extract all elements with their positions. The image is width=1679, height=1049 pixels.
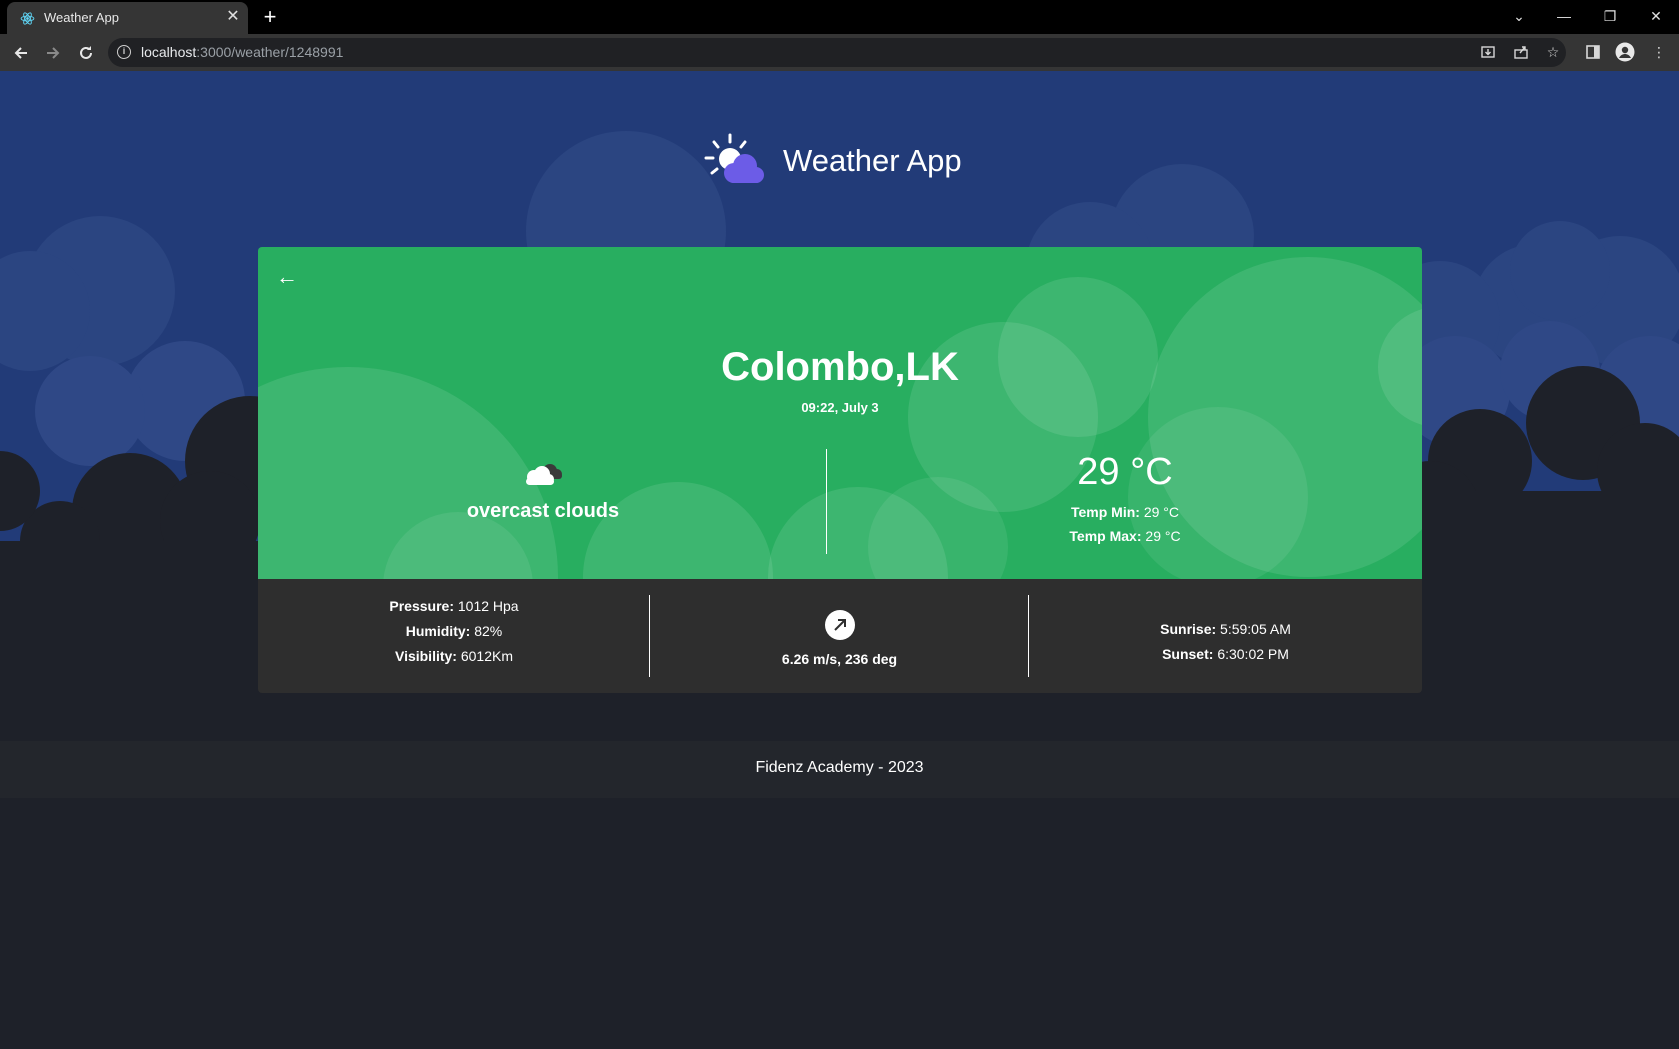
install-app-icon[interactable] (1478, 42, 1498, 62)
wind-direction-arrow-icon (825, 610, 855, 640)
app-title: Weather App (783, 143, 962, 178)
temp-min-value: 29 °C (1143, 504, 1180, 520)
pressure-value: 1012 Hpa (457, 598, 519, 614)
current-temperature: 29 °C (1077, 451, 1173, 493)
city-name: Colombo,LK (721, 345, 959, 389)
temp-max: Temp Max: 29 °C (828, 528, 1422, 544)
pressure-label: Pressure: (389, 598, 454, 614)
browser-tab-strip: Weather App ✕ + ⌄ — ❐ ✕ (0, 0, 1679, 34)
sunrise-value: 5:59:05 AM (1220, 621, 1291, 637)
tab-search-chevron-icon[interactable]: ⌄ (1506, 4, 1532, 28)
weather-card: ← Colombo,LK 09:22, July 3 overcast clou… (258, 247, 1422, 693)
bookmark-star-icon[interactable]: ☆ (1543, 42, 1563, 62)
back-button[interactable]: ← (272, 263, 302, 291)
humidity: Humidity: 82% (258, 623, 650, 639)
visibility-label: Visibility: (394, 648, 457, 664)
humidity-label: Humidity: (405, 623, 471, 639)
page: Weather App ← Colombo,LK 09:22, July 3 o… (0, 71, 1679, 1049)
browser-tab[interactable]: Weather App ✕ (7, 2, 248, 34)
close-window-icon[interactable]: ✕ (1643, 4, 1669, 28)
sunset-value: 6:30:02 PM (1217, 646, 1289, 662)
temp-min: Temp Min: 29 °C (828, 504, 1422, 520)
browser-menu-icon[interactable]: ⋮ (1649, 42, 1669, 62)
sunset: Sunset: 6:30:02 PM (1029, 646, 1422, 662)
url-path: :3000/weather/1248991 (196, 44, 344, 60)
forward-arrow-icon[interactable] (40, 40, 66, 66)
address-bar[interactable]: i localhost:3000/weather/1248991 (108, 38, 1566, 67)
wind-details: 6.26 m/s, 236 deg (651, 579, 1028, 693)
sunrise-label: Sunrise: (1160, 621, 1217, 637)
temp-max-label: Temp Max: (1069, 528, 1142, 544)
tab-title: Weather App (44, 10, 119, 25)
visibility: Visibility: 6012Km (258, 648, 650, 664)
side-panel-icon[interactable] (1583, 42, 1603, 62)
sunset-label: Sunset: (1162, 646, 1214, 662)
url-host: localhost (141, 44, 197, 60)
share-icon[interactable] (1511, 42, 1531, 62)
pressure: Pressure: 1012 Hpa (258, 598, 650, 614)
weather-card-top: ← Colombo,LK 09:22, July 3 overcast clou… (258, 247, 1422, 579)
footer: Fidenz Academy - 2023 (0, 741, 1679, 798)
details-divider-1 (649, 595, 650, 677)
url-text: localhost:3000/weather/1248991 (141, 44, 343, 60)
restore-icon[interactable]: ❐ (1597, 4, 1623, 28)
new-tab-button[interactable]: + (259, 5, 281, 29)
temp-max-value: 29 °C (1145, 528, 1181, 544)
temp-min-label: Temp Min: (1070, 504, 1140, 520)
minimize-icon[interactable]: — (1551, 4, 1577, 28)
wind-speed: 6.26 m/s, 236 deg (781, 651, 898, 667)
site-info-icon[interactable]: i (117, 45, 131, 59)
tab-close-icon[interactable]: ✕ (225, 8, 241, 26)
browser-toolbar: i localhost:3000/weather/1248991 ☆ ⋮ (0, 34, 1679, 71)
atmosphere-details: Pressure: 1012 Hpa Humidity: 82% Visibil… (258, 579, 650, 693)
sun-cloud-logo-icon (704, 133, 764, 183)
card-divider (826, 449, 827, 554)
humidity-value: 82% (474, 623, 503, 639)
weather-details: Pressure: 1012 Hpa Humidity: 82% Visibil… (258, 579, 1422, 693)
profile-avatar-icon[interactable] (1615, 42, 1635, 62)
sunrise: Sunrise: 5:59:05 AM (1029, 621, 1422, 637)
sun-details: Sunrise: 5:59:05 AM Sunset: 6:30:02 PM (1029, 579, 1422, 693)
weather-description: overcast clouds (466, 500, 620, 522)
footer-text: Fidenz Academy - 2023 (755, 759, 924, 776)
back-arrow-icon[interactable] (8, 40, 34, 66)
reload-icon[interactable] (73, 40, 99, 66)
overcast-clouds-icon (526, 464, 562, 485)
date-time: 09:22, July 3 (801, 400, 879, 415)
react-logo-icon (20, 12, 35, 25)
visibility-value: 6012Km (460, 648, 514, 664)
